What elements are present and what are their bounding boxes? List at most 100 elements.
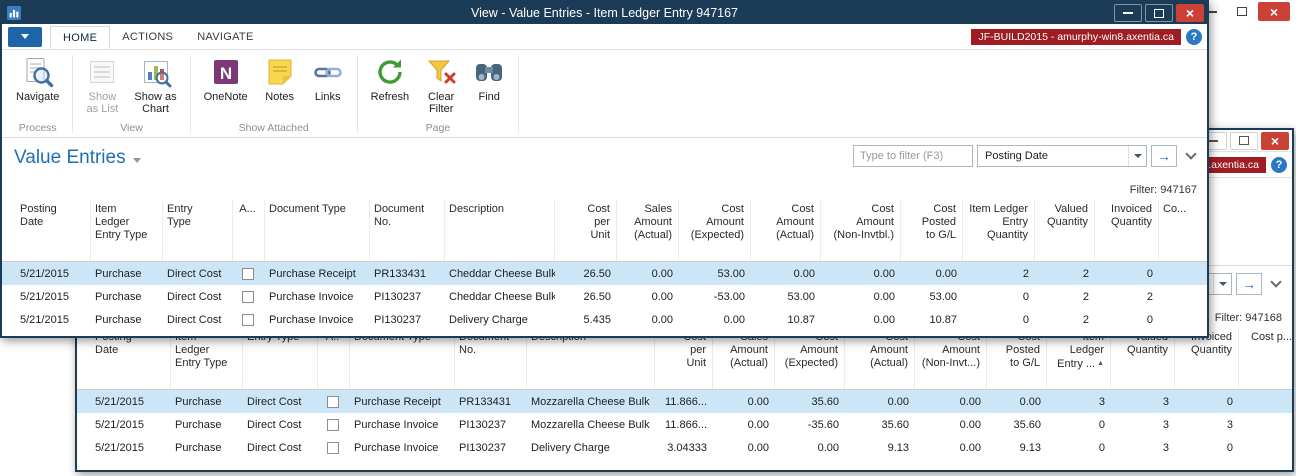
column-header-document-no[interactable]: Document No. [370,200,445,261]
onenote-icon: N [210,56,242,88]
cell-description: Mozzarella Cheese Bulk [531,418,650,431]
column-header-cost-partial[interactable]: Co... [1159,200,1207,261]
checkbox[interactable] [242,290,254,303]
column-header-cost-amount-expected[interactable]: Cost Amount (Expected) [679,200,751,261]
column-header-cost-amount-actual[interactable]: Cost Amount (Actual) [751,200,821,261]
cell-adjustment[interactable] [233,313,265,326]
ribbon-group-label: Show Attached [238,122,309,134]
ribbon-group-page: Refresh Clear Filter Find Page [363,53,514,137]
column-header-adjustment[interactable]: A... [233,200,265,261]
column-header-document-type[interactable]: Document Type [265,200,370,261]
column-header-item-ledger-entry-quantity[interactable]: Item Ledger Entry Quantity [963,200,1035,261]
ribbon-button-label: OneNote [203,91,248,103]
cell-cost-amount-non-invtbl: 0.00 [959,395,981,408]
main-close-button[interactable]: × [1258,2,1290,21]
expand-pane-button[interactable] [1266,273,1286,295]
refresh-icon [374,56,406,88]
help-icon[interactable]: ? [1271,156,1287,173]
apply-filter-button[interactable]: → [1236,273,1262,295]
minimize-button[interactable] [1114,4,1142,22]
app-icon [7,6,21,20]
close-button[interactable]: × [1176,4,1204,22]
column-header-cost-per-unit[interactable]: Cost per Unit [555,200,617,261]
chevron-down-icon[interactable] [132,157,141,163]
clear-filter-icon [425,56,457,88]
column-header-invoiced-quantity[interactable]: Invoiced Quantity [1095,200,1159,261]
close-button[interactable]: × [1261,131,1289,150]
cell-item-ledger-entry-type: Purchase [175,395,222,408]
checkbox[interactable] [242,267,254,280]
checkbox[interactable] [242,313,254,326]
column-header-item-ledger-entry-type[interactable]: Item Ledger Entry Type [91,200,163,261]
cell-cost-per-unit: 26.50 [583,267,611,280]
column-header-valued-quantity[interactable]: Valued Quantity [1035,200,1095,261]
column-header-entry-type[interactable]: Entry Type [163,200,233,261]
cell-cost-amount-actual: 0.00 [887,395,909,408]
ribbon-button-show-as-chart[interactable]: Show as Chart [126,53,184,121]
title-bar[interactable]: View - Value Entries - Item Ledger Entry… [2,2,1207,24]
cell-adjustment[interactable] [318,441,350,454]
maximize-button[interactable] [1145,4,1173,22]
table-row[interactable]: 5/21/2015 Purchase Direct Cost Purchase Inv… [2,308,1207,331]
column-header-description[interactable]: Description [445,200,555,261]
table-row[interactable]: 5/21/2015 Purchase Direct Cost Purchase Inv… [2,285,1207,308]
app-menu-button[interactable] [8,26,42,47]
column-header-posting-date[interactable]: Posting Date [16,200,91,261]
filter-input[interactable] [853,145,973,167]
cell-valued-quantity: 3 [1162,441,1169,454]
tab-actions[interactable]: ACTIONS [110,26,185,48]
ribbon-button-navigate[interactable]: Navigate [8,53,67,121]
tab-home[interactable]: HOME [50,25,111,49]
cell-document-type: Purchase Invoice [354,418,439,431]
column-header-sales-amount-actual[interactable]: Sales Amount (Actual) [617,200,679,261]
svg-text:N: N [220,64,232,83]
table-row[interactable]: 5/21/2015 Purchase Direct Cost Purchase Inv… [77,436,1292,459]
cell-adjustment[interactable] [233,267,265,280]
checkbox[interactable] [327,395,339,408]
table-header-row: Posting DateItem Ledger Entry TypeEntry … [2,200,1207,262]
main-maximize-button[interactable] [1228,2,1256,21]
ribbon-button-find[interactable]: Find [465,53,513,121]
cell-description: Cheddar Cheese Bulk [449,290,555,303]
column-header-cost-posted-to-gl[interactable]: Cost Posted to G/L [901,200,963,261]
column-header-cost-partial[interactable]: Cost p... [1239,328,1292,389]
ribbon-button-onenote[interactable]: N OneNote [196,53,256,121]
ribbon-button-clear-filter[interactable]: Clear Filter [417,53,465,121]
table-row[interactable]: 5/21/2015 Purchase Direct Cost Purchase Inv… [77,413,1292,436]
cell-cost-amount-expected: 53.00 [717,267,745,280]
table-row[interactable]: 5/21/2015 Purchase Direct Cost Purchase Rec… [2,262,1207,285]
cell-item-ledger-entry-type: Purchase [95,267,142,280]
cell-item-ledger-entry-quantity: 3 [1098,395,1105,408]
cell-adjustment[interactable] [318,418,350,431]
checkbox[interactable] [327,418,339,431]
tab-navigate[interactable]: NAVIGATE [185,26,265,48]
apply-filter-button[interactable]: → [1151,145,1177,167]
cell-valued-quantity: 2 [1082,313,1089,326]
cell-posting-date: 5/21/2015 [20,267,69,280]
cell-document-no: PI130237 [459,418,507,431]
cell-item-ledger-entry-quantity: 0 [1098,418,1105,431]
filter-column-select[interactable]: Posting Date [977,145,1147,167]
table-row[interactable]: 5/21/2015 Purchase Direct Cost Purchase Rec… [77,390,1292,413]
ribbon-button-notes[interactable]: Notes [256,53,304,121]
chevron-down-icon [1213,274,1231,294]
cell-cost-per-unit: 11.866... [665,418,707,431]
minimize-icon [1208,139,1218,142]
ribbon-button-refresh[interactable]: Refresh [363,53,418,121]
notes-icon [264,56,296,88]
links-icon [312,56,344,88]
help-icon[interactable]: ? [1186,28,1202,45]
ribbon-button-label: Clear Filter [428,91,455,115]
show-as-chart-icon [140,56,172,88]
cell-entry-type: Direct Cost [167,290,222,303]
column-header-cost-amount-non-invtbl[interactable]: Cost Amount (Non-Invtbl.) [821,200,901,261]
checkbox[interactable] [327,441,339,454]
cell-adjustment[interactable] [233,290,265,303]
expand-pane-button[interactable] [1181,145,1201,167]
find-icon [473,56,505,88]
cell-adjustment[interactable] [318,395,350,408]
desktop: { "colors": { "titlebar_active": "#1c3b5… [0,0,1296,476]
ribbon-button-links[interactable]: Links [304,53,352,121]
cell-invoiced-quantity: 2 [1146,290,1153,303]
maximize-button[interactable] [1230,131,1258,150]
